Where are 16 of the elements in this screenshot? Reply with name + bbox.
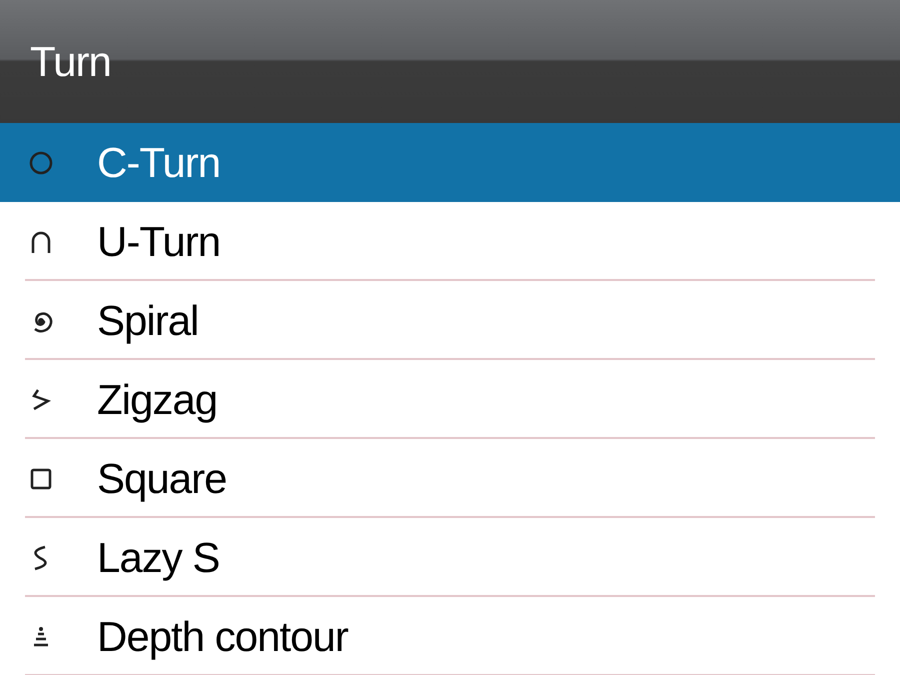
item-label: C-Turn	[97, 138, 220, 186]
menu-item[interactable]: C-Turn	[0, 123, 900, 202]
menu-item[interactable]: Spiral	[0, 281, 900, 360]
menu-item[interactable]: U-Turn	[0, 202, 900, 281]
menu-item[interactable]: Lazy S	[0, 518, 900, 597]
item-label: Square	[97, 454, 226, 502]
item-label: Lazy S	[97, 534, 220, 582]
item-label: Spiral	[97, 296, 198, 344]
menu-item[interactable]: Zigzag	[0, 360, 900, 439]
circle-icon	[28, 150, 54, 176]
menu-item[interactable]: Depth contour	[0, 597, 900, 675]
menu-item[interactable]: Square	[0, 439, 900, 518]
item-label: Zigzag	[97, 376, 218, 424]
item-label: Depth contour	[97, 612, 348, 660]
item-label: U-Turn	[97, 218, 220, 266]
menu-title: Turn	[30, 38, 111, 86]
